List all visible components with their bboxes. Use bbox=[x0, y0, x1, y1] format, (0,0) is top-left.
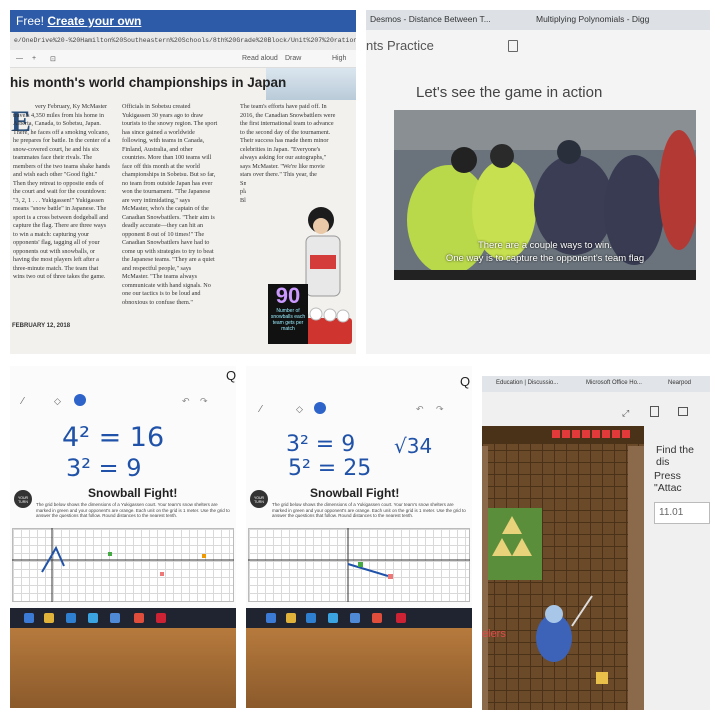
highlight-button[interactable]: High bbox=[332, 55, 346, 62]
taskbar-chrome-icon[interactable] bbox=[134, 613, 144, 623]
browser-tabs: Desmos - Distance Between T... Multiplyi… bbox=[366, 10, 710, 30]
pen-icon[interactable]: ⁄ bbox=[260, 404, 262, 415]
grid-annotations bbox=[12, 528, 234, 602]
chat-icon[interactable] bbox=[678, 407, 688, 416]
eraser-icon[interactable]: ◇ bbox=[54, 396, 61, 407]
your-turn-tag: YOUR TURN bbox=[14, 490, 32, 508]
read-aloud-button[interactable]: Read aloud bbox=[242, 55, 278, 62]
create-your-own-link[interactable]: Create your own bbox=[47, 14, 141, 28]
redo-icon[interactable]: ↷ bbox=[436, 404, 444, 415]
taskbar-whiteboard-icon[interactable] bbox=[156, 613, 166, 623]
pdf-toolbar: — + ⊡ Read aloud Draw High bbox=[10, 50, 356, 68]
draw-button[interactable]: Draw bbox=[285, 55, 301, 62]
wooden-desk bbox=[246, 628, 472, 708]
tab-polynomials[interactable]: Multiplying Polynomials - Digg bbox=[536, 14, 649, 24]
taskbar-app-icon[interactable] bbox=[110, 613, 120, 623]
address-bar[interactable]: e/OneDrive%20-%20Hamilton%20Southeastern… bbox=[10, 32, 356, 50]
tab-nearpod[interactable]: Nearpod bbox=[668, 380, 691, 386]
taskbar-mail-icon[interactable] bbox=[66, 613, 76, 623]
caption-line-1: There are a couple ways to win. bbox=[477, 240, 613, 251]
answer-input[interactable]: 11.01 bbox=[654, 502, 710, 524]
calculator-icon[interactable] bbox=[508, 40, 518, 52]
magazine-screenshot-tile: Free! Create your own e/OneDrive%20-%20H… bbox=[10, 10, 356, 354]
whiteboard-tile-2: Q ⁄ ◇ ↶ ↷ 3² = 9 5² = 25 √34 YOUR TURN S… bbox=[246, 366, 472, 708]
instruction-text: Press "Attac bbox=[654, 470, 682, 494]
handwritten-equation-2: 3² = 9 bbox=[66, 454, 142, 482]
handwritten-root: √34 bbox=[394, 434, 433, 458]
zoom-out-icon[interactable]: — bbox=[16, 55, 23, 62]
zoom-in-icon[interactable]: + bbox=[32, 55, 36, 62]
stat-number: 90 bbox=[275, 283, 301, 308]
promo-banner: Free! Create your own bbox=[10, 10, 356, 32]
stat-badge: 90 Number of snowballs each team gets pe… bbox=[268, 284, 308, 344]
taskbar-edge-icon[interactable] bbox=[24, 613, 34, 623]
caption-line-2: One way is to capture the opponent's tea… bbox=[445, 253, 645, 264]
expand-icon[interactable]: ⤢ bbox=[622, 408, 629, 419]
game-scene bbox=[482, 426, 644, 710]
taskbar-store-icon[interactable] bbox=[88, 613, 98, 623]
stat-caption: Number of snowballs each team gets per m… bbox=[270, 308, 306, 332]
grid-annotations bbox=[248, 528, 470, 602]
fit-page-icon[interactable]: ⊡ bbox=[50, 55, 56, 63]
app-title: nts Practice bbox=[366, 38, 434, 53]
card-title: Snowball Fight! bbox=[88, 486, 178, 500]
app-letter-q: Q bbox=[226, 368, 236, 383]
whiteboard-tile-1: Q ⁄ ◇ ↶ ↷ 4² = 16 3² = 9 YOUR TURN Snowb… bbox=[10, 366, 236, 708]
eraser-icon[interactable]: ◇ bbox=[296, 404, 303, 415]
calculator-icon[interactable] bbox=[650, 406, 659, 417]
taskbar-store-icon[interactable] bbox=[328, 613, 338, 623]
redo-icon[interactable]: ↷ bbox=[200, 396, 208, 407]
slide-heading: Let's see the game in action bbox=[416, 84, 603, 101]
wooden-desk bbox=[10, 628, 236, 708]
taskbar-mail-icon[interactable] bbox=[306, 613, 316, 623]
question-prompt: Find the dis bbox=[656, 444, 694, 468]
color-picker-icon[interactable] bbox=[314, 402, 326, 414]
taskbar-folder-icon[interactable] bbox=[44, 613, 54, 623]
taskbar-app-icon[interactable] bbox=[350, 613, 360, 623]
your-turn-tag: YOUR TURN bbox=[250, 490, 268, 508]
article-column-1: very February, Ky McMaster travels 4,350… bbox=[13, 103, 111, 280]
video-player[interactable]: There are a couple ways to win. One way … bbox=[394, 110, 696, 280]
taskbar-folder-icon[interactable] bbox=[286, 613, 296, 623]
pen-icon[interactable]: ⁄ bbox=[22, 396, 24, 407]
handwritten-equation-1: 4² = 16 bbox=[62, 422, 165, 453]
game-tile: Education | Discussio... Microsoft Offic… bbox=[482, 376, 710, 710]
card-instructions: The grid below shows the dimensions of a… bbox=[272, 502, 466, 518]
handwritten-equation-1: 3² = 9 bbox=[286, 432, 356, 457]
taskbar-chrome-icon[interactable] bbox=[372, 613, 382, 623]
card-title: Snowball Fight! bbox=[310, 486, 400, 500]
taskbar-edge-icon[interactable] bbox=[266, 613, 276, 623]
undo-icon[interactable]: ↶ bbox=[416, 404, 424, 415]
card-instructions: The grid below shows the dimensions of a… bbox=[36, 502, 230, 518]
article-headline: his month's world championships in Japan bbox=[10, 75, 287, 90]
dateline: FEBRUARY 12, 2018 bbox=[12, 323, 71, 329]
undo-icon[interactable]: ↶ bbox=[182, 396, 190, 407]
app-letter-q: Q bbox=[460, 374, 471, 389]
video-lesson-tile: Desmos - Distance Between T... Multiplyi… bbox=[366, 10, 710, 354]
browser-tabs: Education | Discussio... Microsoft Offic… bbox=[482, 376, 710, 392]
tab-office[interactable]: Microsoft Office Ho... bbox=[586, 380, 642, 386]
handwritten-equation-2: 5² = 25 bbox=[288, 456, 372, 481]
tab-education[interactable]: Education | Discussio... bbox=[496, 380, 558, 386]
side-label: elers bbox=[482, 628, 506, 640]
taskbar-whiteboard-icon[interactable] bbox=[396, 613, 406, 623]
banner-prefix: Free! bbox=[16, 14, 45, 28]
article-column-2: Officials in Sobetsu created Yukigassen … bbox=[122, 103, 218, 306]
tab-desmos[interactable]: Desmos - Distance Between T... bbox=[370, 14, 491, 24]
color-picker-icon[interactable] bbox=[74, 394, 86, 406]
